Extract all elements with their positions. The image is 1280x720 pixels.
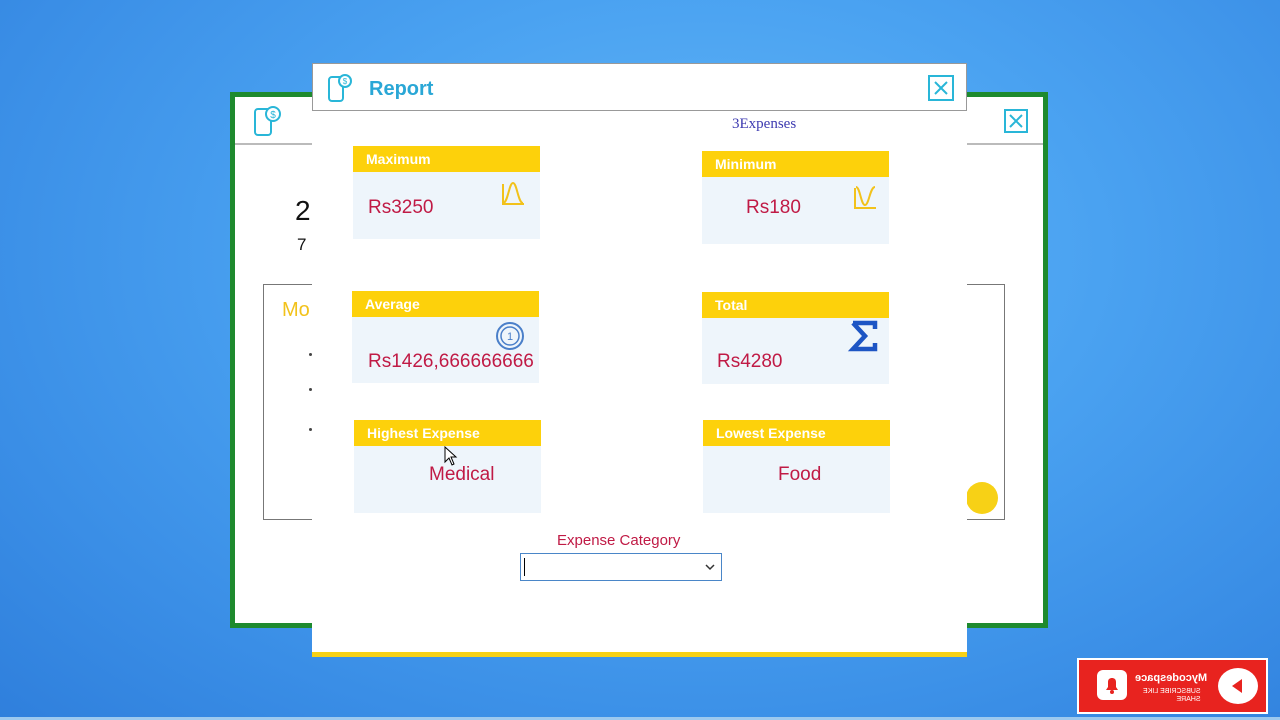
expense-count: 3Expenses bbox=[732, 116, 797, 132]
bell-icon bbox=[1097, 670, 1127, 700]
total-label: Total bbox=[702, 292, 889, 318]
background-panel-label: Mo bbox=[282, 299, 310, 321]
floating-action-button[interactable] bbox=[966, 482, 998, 514]
watermark-channel-name: Mycodespace bbox=[1135, 672, 1208, 684]
background-subcount: 7 bbox=[297, 235, 307, 254]
maximum-value: Rs3250 bbox=[368, 197, 434, 218]
report-bottom-accent bbox=[312, 652, 967, 657]
play-icon bbox=[1218, 668, 1258, 704]
expense-category-label: Expense Category bbox=[557, 532, 681, 549]
report-titlebar: $ Report bbox=[312, 63, 967, 111]
chevron-down-icon[interactable] bbox=[705, 563, 715, 571]
svg-text:1: 1 bbox=[507, 331, 513, 343]
valley-curve-icon bbox=[854, 186, 876, 209]
watermark-subtitle: SUBSCRIBE LIKE SHARE bbox=[1143, 688, 1201, 704]
text-caret bbox=[524, 558, 525, 576]
report-dialog: $ Report 3Expenses Maximum Rs3250 Minimu… bbox=[312, 63, 967, 657]
sigma-icon bbox=[847, 320, 878, 352]
mouse-cursor-icon bbox=[444, 446, 458, 466]
minimum-card: Minimum Rs180 bbox=[702, 151, 889, 244]
lowest-expense-label: Lowest Expense bbox=[703, 420, 890, 446]
average-card: Average Rs1426,666666666 1 bbox=[352, 291, 539, 383]
total-card: Total Rs4280 bbox=[702, 292, 889, 384]
highest-expense-label: Highest Expense bbox=[354, 420, 541, 446]
wallet-phone-icon: $ bbox=[328, 74, 352, 102]
total-value: Rs4280 bbox=[717, 351, 783, 372]
coin-icon: 1 bbox=[496, 322, 524, 350]
minimum-label: Minimum bbox=[702, 151, 889, 177]
average-value: Rs1426,666666666 bbox=[368, 351, 534, 372]
expense-category-select[interactable] bbox=[520, 553, 722, 581]
background-count: 2 bbox=[295, 195, 311, 226]
lowest-expense-card: Lowest Expense Food bbox=[703, 420, 890, 513]
svg-text:$: $ bbox=[270, 110, 276, 121]
maximum-label: Maximum bbox=[353, 146, 540, 172]
highest-expense-value: Medical bbox=[429, 464, 495, 485]
channel-watermark: Mycodespace SUBSCRIBE LIKE SHARE bbox=[1077, 658, 1268, 714]
report-close-button[interactable] bbox=[928, 75, 954, 101]
lowest-expense-value: Food bbox=[778, 464, 822, 485]
minimum-value: Rs180 bbox=[746, 197, 801, 218]
highest-expense-card: Highest Expense Medical bbox=[354, 420, 541, 513]
wallet-phone-icon: $ bbox=[254, 106, 281, 136]
watermark-sub-line: SHARE bbox=[1176, 696, 1201, 703]
bell-curve-peak-icon bbox=[502, 181, 524, 205]
average-label: Average bbox=[352, 291, 539, 317]
svg-text:$: $ bbox=[343, 77, 348, 86]
background-close-button[interactable] bbox=[1004, 109, 1028, 133]
close-icon bbox=[934, 81, 948, 95]
report-title: Report bbox=[369, 78, 434, 100]
watermark-sub-line: SUBSCRIBE LIKE bbox=[1143, 688, 1201, 695]
close-icon bbox=[1009, 114, 1023, 128]
maximum-card: Maximum Rs3250 bbox=[353, 146, 540, 239]
